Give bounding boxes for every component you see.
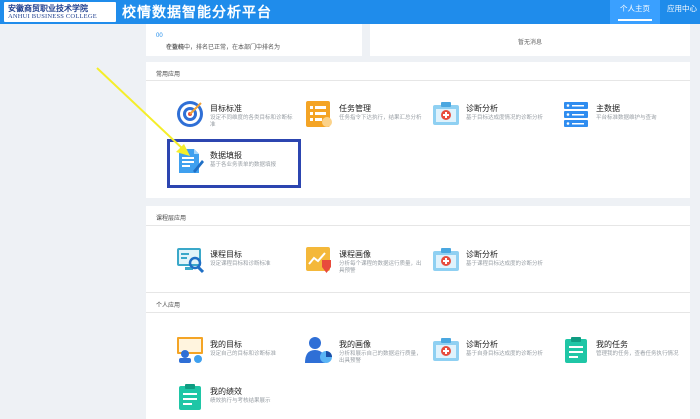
app-name: 诊断分析 <box>466 250 498 259</box>
app-my-diagnosis[interactable]: 诊断分析 基于自身目标达成度的诊断分析 <box>432 336 552 372</box>
app-desc: 任务指令下达执行，结果汇总分析 <box>339 115 422 121</box>
app-name: 主数据 <box>596 104 620 113</box>
diagnosis-icon <box>432 336 460 364</box>
chart-shield-icon <box>305 246 333 274</box>
app-my-tasks[interactable]: 我的任务 管理我的任务，查看任务执行情况 <box>562 336 682 372</box>
top-navigation-bar: 安徽商贸职业技术学院 ANHUI BUSINESS COLLEGE 校情数据智能… <box>0 0 700 24</box>
divider <box>146 80 690 81</box>
app-desc: 平台标准数据维护与查询 <box>596 115 657 121</box>
divider <box>146 292 690 293</box>
nav-app-center[interactable]: 应用中心 <box>664 0 700 24</box>
app-name: 课程画像 <box>339 250 371 259</box>
app-name: 诊断分析 <box>466 104 498 113</box>
app-desc: 基于自身目标达成度的诊断分析 <box>466 351 544 357</box>
app-desc: 基于课程目标达成度的诊断分析 <box>466 261 544 267</box>
app-desc: 设定不同维度的各类目标和诊断标准 <box>210 115 293 128</box>
nav-personal-home[interactable]: 个人主页 <box>610 0 660 24</box>
app-name: 我的目标 <box>210 340 242 349</box>
app-master-data[interactable]: 主数据 平台标准数据维护与查询 <box>562 100 682 136</box>
presenter-icon <box>176 336 204 364</box>
app-desc: 基于目标达成度情况的诊断分析 <box>466 115 544 121</box>
app-desc: 设定自己的目标和诊断标准 <box>210 351 277 357</box>
app-my-target[interactable]: 我的目标 设定自己的目标和诊断标准 <box>176 336 296 372</box>
app-name: 课程目标 <box>210 250 242 259</box>
app-my-performance[interactable]: 我的绩效 绩效执行与考核结果展示 <box>176 383 296 419</box>
course-apps-title: 课程层应用 <box>156 216 187 222</box>
app-desc: 分析每个课程的数据运行质量，出具预警 <box>339 261 422 274</box>
server-icon <box>562 100 590 128</box>
diagnosis-icon <box>432 246 460 274</box>
monitor-search-icon <box>176 246 204 274</box>
app-desc: 管理我的任务，查看任务执行情况 <box>596 351 679 357</box>
user-chart-icon <box>305 336 333 364</box>
app-course-target[interactable]: 课程目标 设定课程目标和诊断标准 <box>176 246 296 282</box>
clipboard-icon <box>176 383 204 411</box>
target-icon <box>176 100 204 128</box>
app-course-diagnosis[interactable]: 诊断分析 基于课程目标达成度的诊断分析 <box>432 246 552 282</box>
app-name: 我的画像 <box>339 340 371 349</box>
personal-apps-title: 个人应用 <box>156 303 181 309</box>
app-target-standard[interactable]: 目标标准 设定不同维度的各类目标和诊断标准 <box>176 100 296 136</box>
message-card: 暂无消息 <box>370 24 690 56</box>
app-desc: 绩效执行与考核结果展示 <box>210 398 271 404</box>
ranking-notice-card: 在全校 0 个数码中，排名已正常，在本部门中排名为 0 <box>146 24 362 56</box>
app-desc: 设定课程目标和诊断标准 <box>210 261 271 267</box>
app-diagnosis-analysis[interactable]: 诊断分析 基于目标达成度情况的诊断分析 <box>432 100 552 136</box>
app-desc: 分析和展示自己的数据运行质量，出具预警 <box>339 351 422 364</box>
ranking-notice-text: 在全校 0 个数码中，排名已正常，在本部门中排名为 0 <box>156 33 281 51</box>
task-list-icon <box>305 100 333 128</box>
logo-english-text: ANHUI BUSINESS COLLEGE <box>8 13 97 20</box>
no-message-text: 暂无消息 <box>517 40 542 46</box>
app-my-profile[interactable]: 我的画像 分析和展示自己的数据运行质量，出具预警 <box>305 336 425 372</box>
app-course-profile[interactable]: 课程画像 分析每个课程的数据运行质量，出具预警 <box>305 246 425 282</box>
app-name: 我的绩效 <box>210 387 242 396</box>
divider <box>146 225 690 226</box>
highlight-annotation-box <box>167 139 301 188</box>
app-name: 任务管理 <box>339 104 371 113</box>
app-name: 我的任务 <box>596 340 628 349</box>
app-task-management[interactable]: 任务管理 任务指令下达执行，结果汇总分析 <box>305 100 425 136</box>
divider <box>146 312 690 313</box>
common-apps-title: 常用应用 <box>156 72 181 78</box>
diagnosis-icon <box>432 100 460 128</box>
platform-title: 校情数据智能分析平台 <box>122 4 272 20</box>
college-logo[interactable]: 安徽商贸职业技术学院 ANHUI BUSINESS COLLEGE <box>4 2 116 22</box>
app-name: 目标标准 <box>210 104 242 113</box>
clipboard-icon <box>562 336 590 364</box>
app-name: 诊断分析 <box>466 340 498 349</box>
